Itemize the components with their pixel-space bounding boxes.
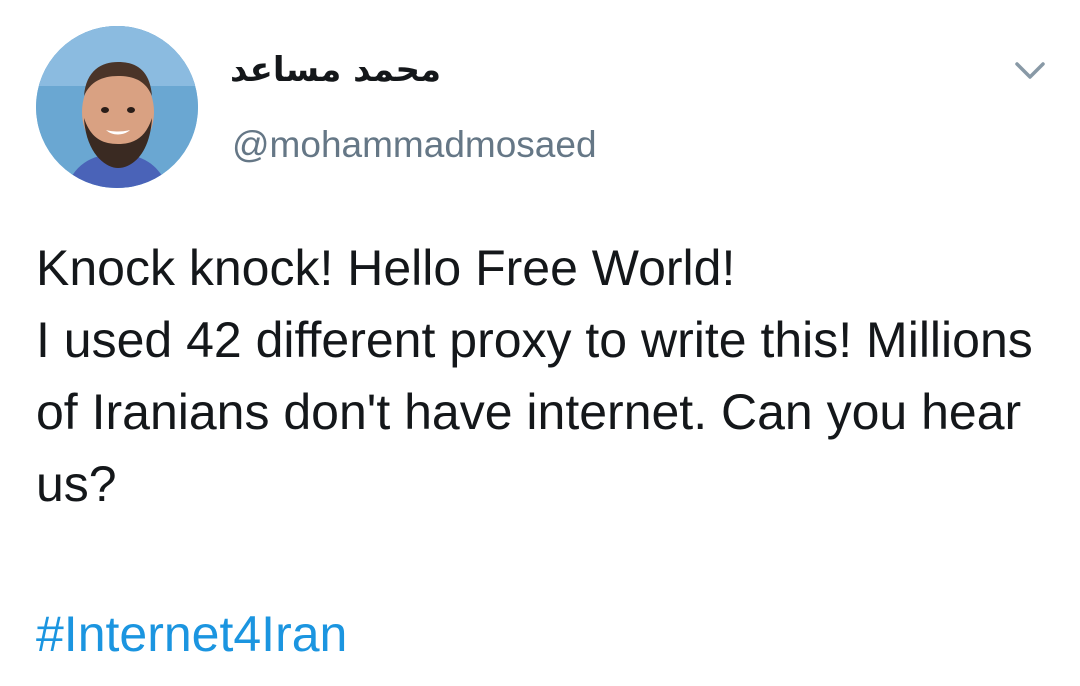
tweet-text: Knock knock! Hello Free World! I used 42… [36, 240, 1033, 512]
profile-photo-icon [36, 26, 198, 188]
author-display-name[interactable]: محمد مساعد [230, 50, 441, 90]
tweet-card: محمد مساعد @mohammadmosaed Knock knock! … [0, 0, 1080, 686]
author-handle[interactable]: @mohammadmosaed [232, 124, 597, 166]
avatar[interactable] [36, 26, 198, 188]
chevron-down-icon[interactable] [1012, 56, 1048, 84]
hashtag-link[interactable]: #Internet4Iran [36, 598, 347, 670]
